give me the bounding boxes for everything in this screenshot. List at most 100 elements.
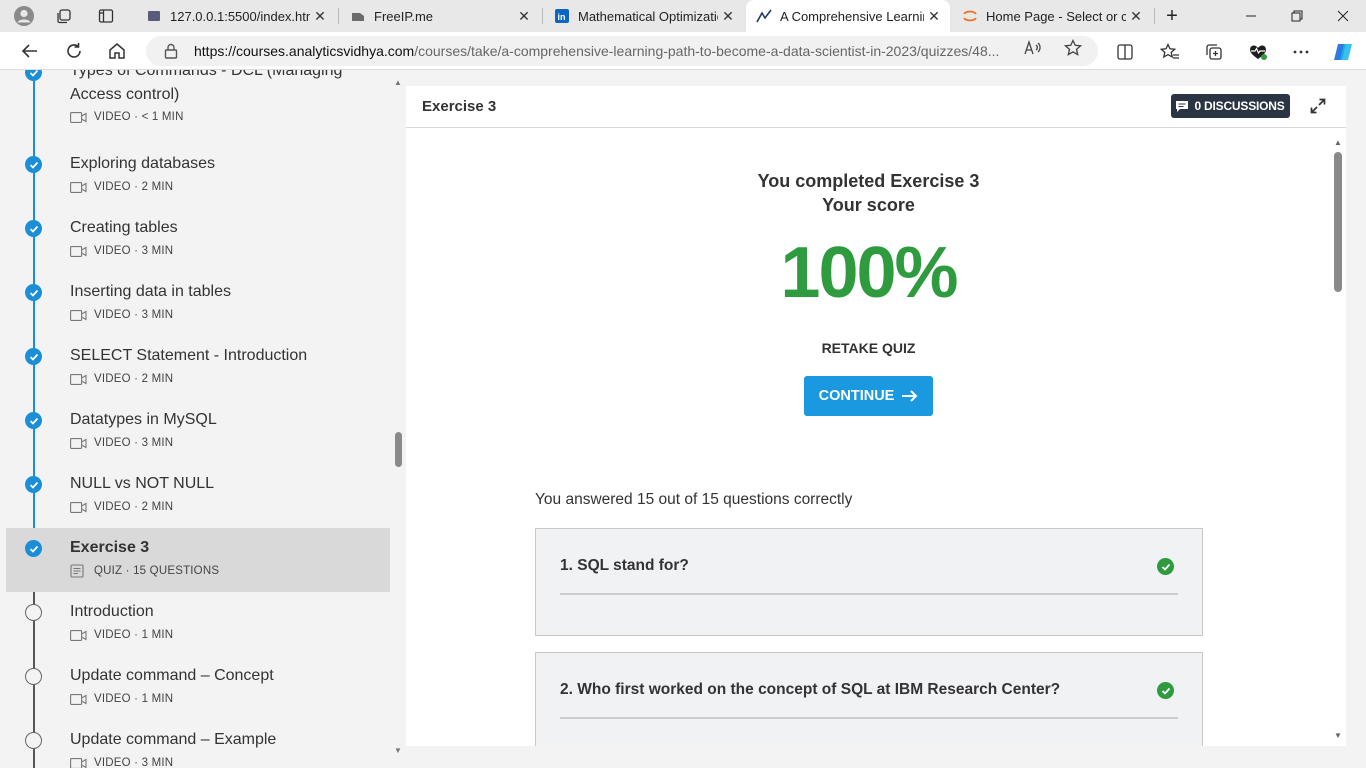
question-text: 1. SQL stand for? bbox=[560, 557, 689, 574]
lesson-title: Exploring databases bbox=[70, 155, 215, 172]
lesson-meta-text: VIDEO · 3 MIN bbox=[94, 757, 174, 768]
lesson-item[interactable]: Update command – Example VIDEO · 3 MIN bbox=[6, 726, 390, 768]
lesson-title: NULL vs NOT NULL bbox=[70, 475, 215, 492]
lesson-title: Types of Commands - DCL (Managing bbox=[70, 70, 343, 79]
lesson-item[interactable]: Update command – Concept VIDEO · 1 MIN bbox=[6, 662, 390, 726]
lesson-title: Introduction bbox=[70, 603, 154, 620]
browser-essentials-icon[interactable] bbox=[1247, 41, 1269, 63]
close-icon[interactable]: ✕ bbox=[1126, 6, 1146, 26]
restore-button[interactable] bbox=[1274, 0, 1320, 32]
question-text: 2. Who first worked on the concept of SQ… bbox=[560, 681, 1061, 698]
close-icon[interactable]: ✕ bbox=[718, 6, 738, 26]
collections-icon[interactable] bbox=[1203, 41, 1225, 63]
profile-avatar-icon[interactable] bbox=[12, 4, 36, 28]
lesson-meta: VIDEO · < 1 MIN bbox=[70, 111, 184, 123]
lesson-item[interactable]: Inserting data in tables VIDEO · 3 MIN bbox=[6, 278, 390, 342]
lesson-meta-text: VIDEO · 1 MIN bbox=[94, 693, 174, 705]
panel-body: You completed Exercise 3 Your score 100%… bbox=[406, 129, 1346, 746]
close-icon[interactable]: ✕ bbox=[924, 6, 944, 26]
lock-icon[interactable] bbox=[164, 43, 180, 59]
tab-analytics-vidhya[interactable]: A Comprehensive Learning ✕ bbox=[746, 0, 950, 32]
lesson-item[interactable]: NULL vs NOT NULL VIDEO · 2 MIN bbox=[6, 470, 390, 534]
lesson-item[interactable]: Introduction VIDEO · 1 MIN bbox=[6, 598, 390, 662]
question-divider bbox=[560, 717, 1178, 719]
workspaces-icon[interactable] bbox=[52, 4, 76, 28]
minimize-button[interactable] bbox=[1228, 0, 1274, 32]
completed-check-icon bbox=[25, 284, 42, 301]
lesson-meta-text: VIDEO · 2 MIN bbox=[94, 181, 174, 193]
close-icon[interactable]: ✕ bbox=[310, 6, 330, 26]
discussions-button[interactable]: 0 DISCUSSIONS bbox=[1171, 94, 1290, 118]
video-icon bbox=[70, 309, 88, 321]
lesson-item[interactable]: Creating tables VIDEO · 3 MIN bbox=[6, 214, 390, 278]
split-screen-icon[interactable] bbox=[1114, 41, 1136, 63]
url-path: /courses/take/a-comprehensive-learning-p… bbox=[414, 43, 1000, 59]
new-tab-button[interactable]: + bbox=[1158, 0, 1186, 32]
retake-quiz-link[interactable]: RETAKE QUIZ bbox=[406, 340, 1331, 356]
read-aloud-icon[interactable] bbox=[1024, 39, 1042, 57]
completed-check-icon bbox=[25, 220, 42, 237]
favorite-star-icon[interactable] bbox=[1064, 39, 1082, 57]
lesson-meta-text: VIDEO · 2 MIN bbox=[94, 501, 174, 513]
tab-label: 127.0.0.1:5500/index.html bbox=[170, 8, 310, 24]
tab-label: FreeIP.me bbox=[374, 8, 434, 24]
panel-scroll-up-arrow[interactable]: ▲ bbox=[1334, 138, 1344, 147]
analytics-vidhya-icon bbox=[756, 8, 772, 24]
linkedin-icon: in bbox=[554, 8, 570, 24]
lesson-meta-text: VIDEO · 3 MIN bbox=[94, 245, 174, 257]
back-button[interactable] bbox=[16, 37, 44, 65]
sidebar-scrollbar-thumb[interactable] bbox=[395, 432, 402, 467]
lesson-item[interactable]: Datatypes in MySQL VIDEO · 3 MIN bbox=[6, 406, 390, 470]
svg-text:in: in bbox=[558, 12, 566, 22]
home-button[interactable] bbox=[103, 37, 131, 65]
completed-heading: You completed Exercise 3 bbox=[757, 171, 980, 191]
refresh-button[interactable] bbox=[60, 37, 88, 65]
video-icon bbox=[70, 111, 88, 123]
lesson-title: Update command – Example bbox=[70, 731, 277, 748]
lesson-item[interactable]: Exploring databases VIDEO · 2 MIN bbox=[6, 150, 390, 214]
url-host: https://courses.analyticsvidhya.com bbox=[194, 43, 415, 59]
tab-divider bbox=[542, 8, 543, 24]
incomplete-circle-icon bbox=[25, 732, 42, 749]
lesson-title: Creating tables bbox=[70, 219, 178, 236]
lesson-meta: VIDEO · 2 MIN bbox=[70, 181, 173, 193]
url-field[interactable]: https://courses.analyticsvidhya.com/cour… bbox=[146, 36, 1098, 66]
copilot-icon[interactable] bbox=[1332, 41, 1354, 63]
lesson-title: SELECT Statement - Introduction bbox=[70, 347, 308, 364]
expand-fullscreen-icon[interactable] bbox=[1309, 97, 1327, 115]
lesson-meta: VIDEO · 2 MIN bbox=[70, 501, 173, 513]
lesson-item-active[interactable]: Exercise 3 QUIZ · 15 QUESTIONS bbox=[6, 528, 390, 592]
tab-divider bbox=[1154, 8, 1155, 24]
question-card[interactable]: 1. SQL stand for? bbox=[535, 528, 1203, 636]
favorites-icon[interactable] bbox=[1159, 41, 1181, 63]
incomplete-circle-icon bbox=[25, 668, 42, 685]
lesson-meta: VIDEO · 3 MIN bbox=[70, 757, 173, 768]
correct-check-icon bbox=[1157, 558, 1174, 575]
tab-jupyter[interactable]: Home Page - Select or create ✕ bbox=[952, 0, 1152, 32]
tab-label: Mathematical Optimization bbox=[578, 8, 718, 24]
lesson-meta: VIDEO · 3 MIN bbox=[70, 245, 173, 257]
vertical-tabs-icon[interactable] bbox=[94, 4, 118, 28]
correct-check-icon bbox=[1157, 682, 1174, 699]
page-title: Exercise 3 bbox=[422, 98, 497, 115]
close-icon[interactable]: ✕ bbox=[514, 6, 534, 26]
lesson-item[interactable]: SELECT Statement - Introduction VIDEO · … bbox=[6, 342, 390, 406]
continue-button[interactable]: CONTINUE bbox=[804, 376, 933, 416]
lesson-title: Access control) bbox=[70, 86, 180, 103]
close-window-button[interactable] bbox=[1320, 0, 1366, 32]
tab-localhost[interactable]: 127.0.0.1:5500/index.html ✕ bbox=[136, 0, 336, 32]
more-menu-icon[interactable] bbox=[1290, 41, 1312, 63]
lesson-item[interactable]: Types of Commands - DCL (Managing Access… bbox=[6, 70, 390, 136]
completed-check-icon bbox=[25, 348, 42, 365]
chat-icon bbox=[1176, 100, 1189, 112]
panel-scroll-down-arrow[interactable]: ▼ bbox=[1334, 731, 1344, 740]
sidebar-scroll-down-arrow[interactable]: ▼ bbox=[394, 747, 402, 755]
tab-linkedin[interactable]: in Mathematical Optimization ✕ bbox=[544, 0, 744, 32]
question-card[interactable]: 2. Who first worked on the concept of SQ… bbox=[535, 652, 1203, 746]
tab-freeip[interactable]: FreeIP.me ✕ bbox=[340, 0, 540, 32]
sidebar-scroll-up-arrow[interactable]: ▲ bbox=[394, 79, 402, 87]
panel-scrollbar-thumb[interactable] bbox=[1334, 152, 1342, 292]
lesson-meta: VIDEO · 1 MIN bbox=[70, 693, 173, 705]
url-text: https://courses.analyticsvidhya.com/cour… bbox=[194, 43, 1014, 59]
completed-check-icon bbox=[25, 156, 42, 173]
